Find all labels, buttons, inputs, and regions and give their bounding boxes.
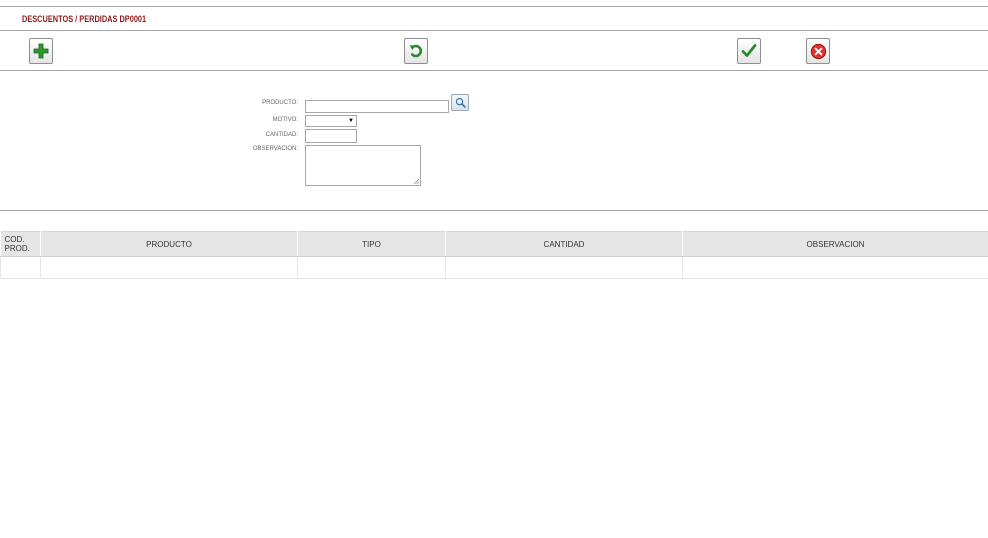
form-divider	[0, 210, 988, 211]
column-header-cantidad[interactable]: CANTIDAD	[445, 231, 683, 257]
accept-button[interactable]	[737, 38, 761, 64]
table-cell	[445, 256, 683, 279]
table-header-row: COD. PROD. PRODUCTO TIPO CANTIDAD OBSERV…	[0, 231, 988, 257]
table-cell	[297, 256, 446, 279]
observacion-textarea[interactable]	[305, 145, 421, 186]
title-divider	[0, 30, 988, 31]
table-cell	[682, 256, 988, 279]
resize-grip-icon[interactable]	[414, 179, 419, 184]
producto-label: PRODUCTO:	[262, 100, 298, 106]
table-row[interactable]	[0, 256, 988, 279]
observacion-label: OBSERVACION:	[252, 146, 298, 152]
column-header-cod-prod[interactable]: COD. PROD.	[0, 231, 41, 257]
checkmark-icon	[741, 44, 757, 57]
table-cell	[40, 256, 298, 279]
column-header-tipo[interactable]: TIPO	[297, 231, 446, 257]
cantidad-input[interactable]	[305, 129, 357, 143]
table-cell	[0, 256, 41, 279]
cancel-circle-icon	[810, 43, 826, 59]
refresh-button[interactable]	[404, 38, 428, 64]
cantidad-label: CANTIDAD:	[265, 132, 298, 138]
toolbar-divider	[0, 70, 988, 71]
column-header-producto[interactable]: PRODUCTO	[40, 231, 298, 257]
dropdown-arrow-icon: ▼	[348, 118, 354, 124]
motivo-select[interactable]: ▼	[305, 115, 357, 127]
magnifier-icon	[455, 97, 466, 108]
detail-table: COD. PROD. PRODUCTO TIPO CANTIDAD OBSERV…	[0, 231, 988, 279]
motivo-label: MOTIVO:	[272, 117, 298, 123]
column-header-observacion[interactable]: OBSERVACION	[682, 231, 988, 257]
page-title: DESCUENTOS / PERDIDAS DP0001	[22, 14, 147, 24]
cancel-button[interactable]	[806, 38, 830, 64]
new-button[interactable]	[29, 38, 53, 64]
plus-icon	[33, 43, 49, 59]
top-divider	[0, 6, 988, 7]
undo-icon	[409, 44, 423, 58]
search-product-button[interactable]	[451, 94, 469, 111]
producto-input[interactable]	[305, 100, 449, 113]
